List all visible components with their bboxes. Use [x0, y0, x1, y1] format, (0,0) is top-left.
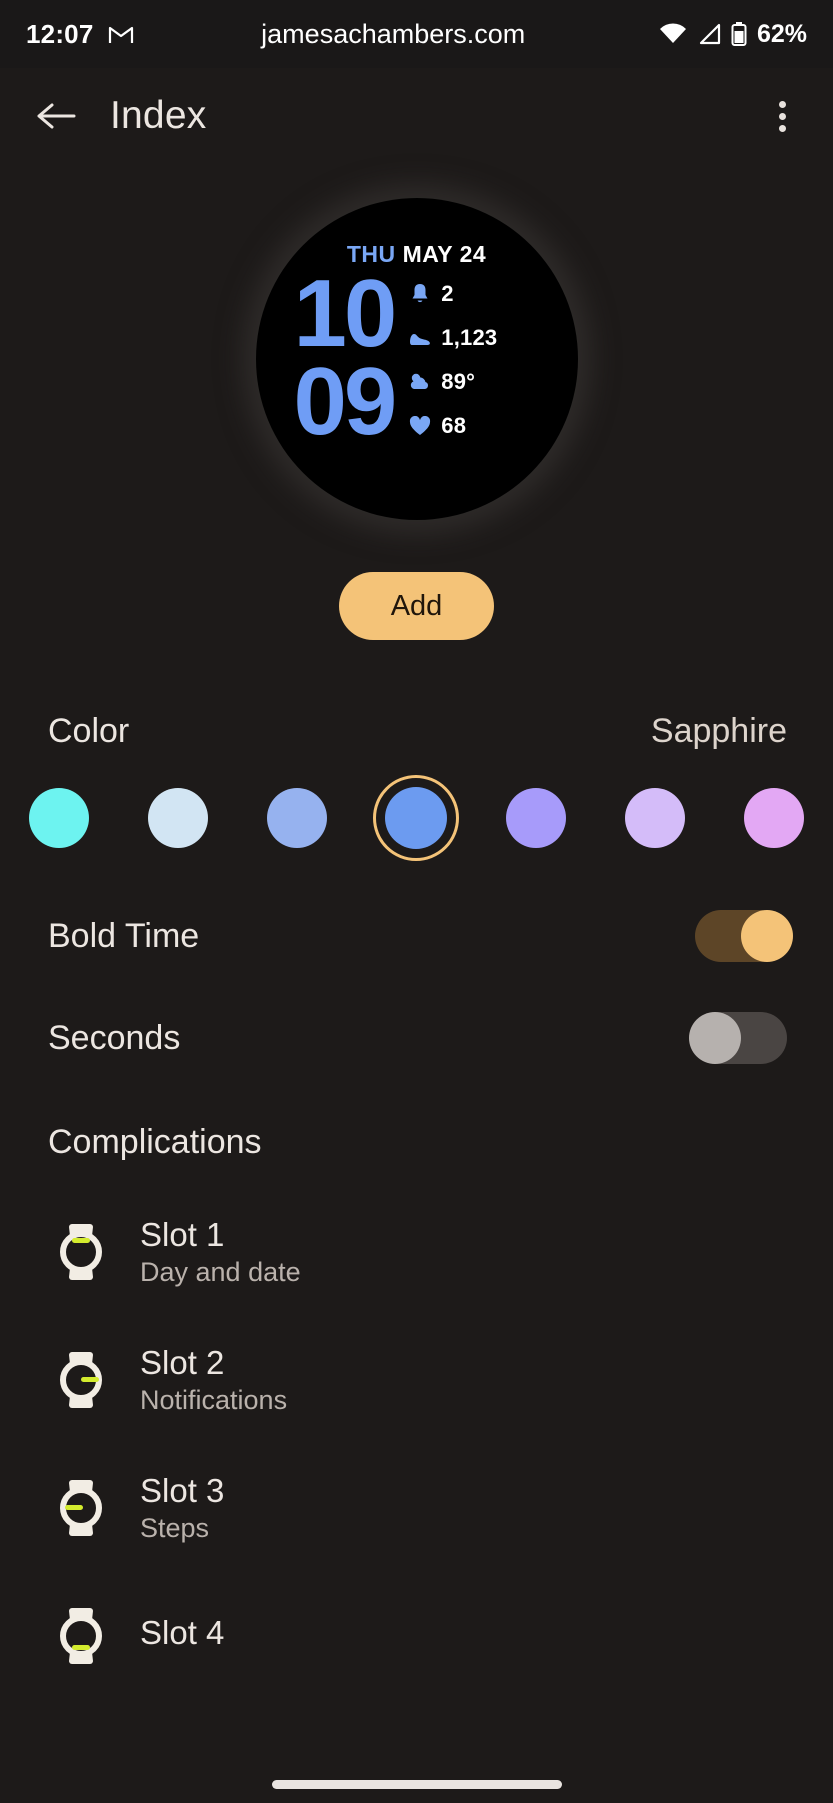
slot-text: Slot 2 Notifications — [140, 1344, 288, 1415]
overflow-menu-icon — [778, 112, 786, 120]
toggle-knob — [689, 1012, 741, 1064]
watch-month-day: MAY 24 — [402, 241, 487, 267]
swatch-fill — [29, 788, 89, 848]
overflow-menu-icon — [778, 100, 786, 108]
back-button[interactable] — [30, 90, 82, 142]
slot-title: Slot 2 — [140, 1344, 225, 1381]
color-swatch-orchid[interactable] — [731, 775, 817, 861]
color-swatch-ice[interactable] — [135, 775, 221, 861]
bold-time-label: Bold Time — [48, 916, 200, 955]
swatch-fill — [624, 788, 685, 848]
overflow-menu-icon — [778, 124, 786, 132]
slot-row-4[interactable]: Slot 4 — [0, 1572, 833, 1700]
color-swatch-periwinkle[interactable] — [493, 775, 579, 861]
watch-slot-icon — [50, 1602, 112, 1670]
watch-complication-value: 2 — [441, 281, 454, 306]
slot-title: Slot 1 — [140, 1216, 225, 1253]
status-bar-left: 12:07 — [26, 19, 134, 50]
status-bar: 12:07 jamesachambers.com 62% — [0, 0, 833, 68]
slot-text: Slot 3 Steps — [140, 1472, 225, 1543]
watch-time: 10 09 — [293, 260, 398, 456]
add-button-row: Add — [0, 572, 833, 640]
watch-slot-icon — [50, 1346, 112, 1414]
toggle-knob — [741, 910, 793, 962]
color-swatch-sapphire[interactable] — [373, 775, 460, 861]
slot-title: Slot 4 — [140, 1614, 225, 1652]
color-swatch-cornflower-light[interactable] — [254, 775, 340, 861]
weather-partly-cloudy-icon — [408, 370, 432, 394]
watch-hours: 10 — [293, 260, 398, 367]
color-section-header: Color Sapphire — [0, 640, 833, 751]
watch-body: 10 09 2 1,123 89° 68 — [293, 260, 498, 456]
cell-signal-icon — [696, 23, 722, 45]
watch-slot-icon — [50, 1218, 112, 1286]
slot-row-3[interactable]: Slot 3 Steps — [0, 1444, 833, 1572]
swatch-fill — [505, 788, 566, 848]
setting-row-bold-time[interactable]: Bold Time — [0, 885, 833, 987]
bold-time-toggle[interactable] — [695, 910, 793, 962]
seconds-toggle[interactable] — [689, 1012, 787, 1064]
setting-row-seconds[interactable]: Seconds — [0, 987, 833, 1089]
color-swatch-lavender[interactable] — [612, 775, 698, 861]
watch-minutes: 09 — [293, 348, 398, 456]
swatch-fill — [267, 788, 328, 848]
overflow-menu-button[interactable] — [759, 90, 805, 142]
complications-section-title: Complications — [48, 1123, 262, 1161]
slot-subtitle: Day and date — [140, 1256, 301, 1287]
bell-icon — [408, 282, 432, 306]
page-title: Index — [110, 94, 207, 137]
swatch-fill — [148, 788, 209, 848]
slot-text: Slot 1 Day and date — [140, 1216, 301, 1287]
slot-row-1[interactable]: Slot 1 Day and date — [0, 1188, 833, 1316]
watch-preview-area: THU MAY 24 10 09 2 1,123 89° 68 — [0, 164, 833, 554]
watch-complication-value: 89° — [441, 369, 476, 394]
watch-face-preview[interactable]: THU MAY 24 10 09 2 1,123 89° 68 — [255, 198, 578, 520]
slot-text: Slot 4 — [140, 1616, 224, 1656]
app-bar: Index — [0, 68, 833, 164]
heart-icon — [408, 414, 432, 438]
watch-complication: 68 — [408, 412, 497, 440]
watch-complication: 2 — [408, 280, 497, 308]
gmail-icon — [108, 24, 134, 44]
swatch-fill — [385, 787, 448, 849]
slot-row-2[interactable]: Slot 2 Notifications — [0, 1316, 833, 1444]
watch-complication: 89° — [408, 368, 497, 396]
status-bar-right: 62% — [659, 20, 807, 49]
watch-complication-value: 68 — [441, 413, 467, 438]
color-label: Color — [48, 712, 130, 750]
slot-subtitle: Steps — [140, 1512, 210, 1543]
seconds-label: Seconds — [48, 1018, 181, 1057]
watch-complication-list: 2 1,123 89° 68 — [408, 270, 497, 440]
watch-complication: 1,123 — [408, 324, 497, 352]
slot-subtitle: Notifications — [140, 1384, 288, 1415]
battery-icon — [731, 22, 747, 46]
watch-complication-value: 1,123 — [441, 325, 498, 350]
back-arrow-icon — [37, 103, 76, 129]
status-clock: 12:07 — [26, 18, 94, 49]
color-value: Sapphire — [650, 712, 787, 750]
color-swatch-row — [0, 751, 833, 861]
slot-title: Slot 3 — [140, 1472, 225, 1509]
wifi-icon — [659, 23, 687, 45]
status-watermark: jamesachambers.com — [261, 18, 526, 49]
swatch-fill — [743, 788, 804, 848]
watch-slot-icon — [50, 1474, 112, 1542]
color-swatch-aqua[interactable] — [16, 775, 102, 861]
complications-slot-list: Slot 1 Day and date Slot 2 Notifications — [0, 1162, 833, 1700]
battery-percent: 62% — [756, 19, 807, 48]
add-button[interactable]: Add — [338, 572, 495, 640]
home-gesture-bar[interactable] — [271, 1780, 562, 1789]
shoe-steps-icon — [408, 326, 432, 350]
